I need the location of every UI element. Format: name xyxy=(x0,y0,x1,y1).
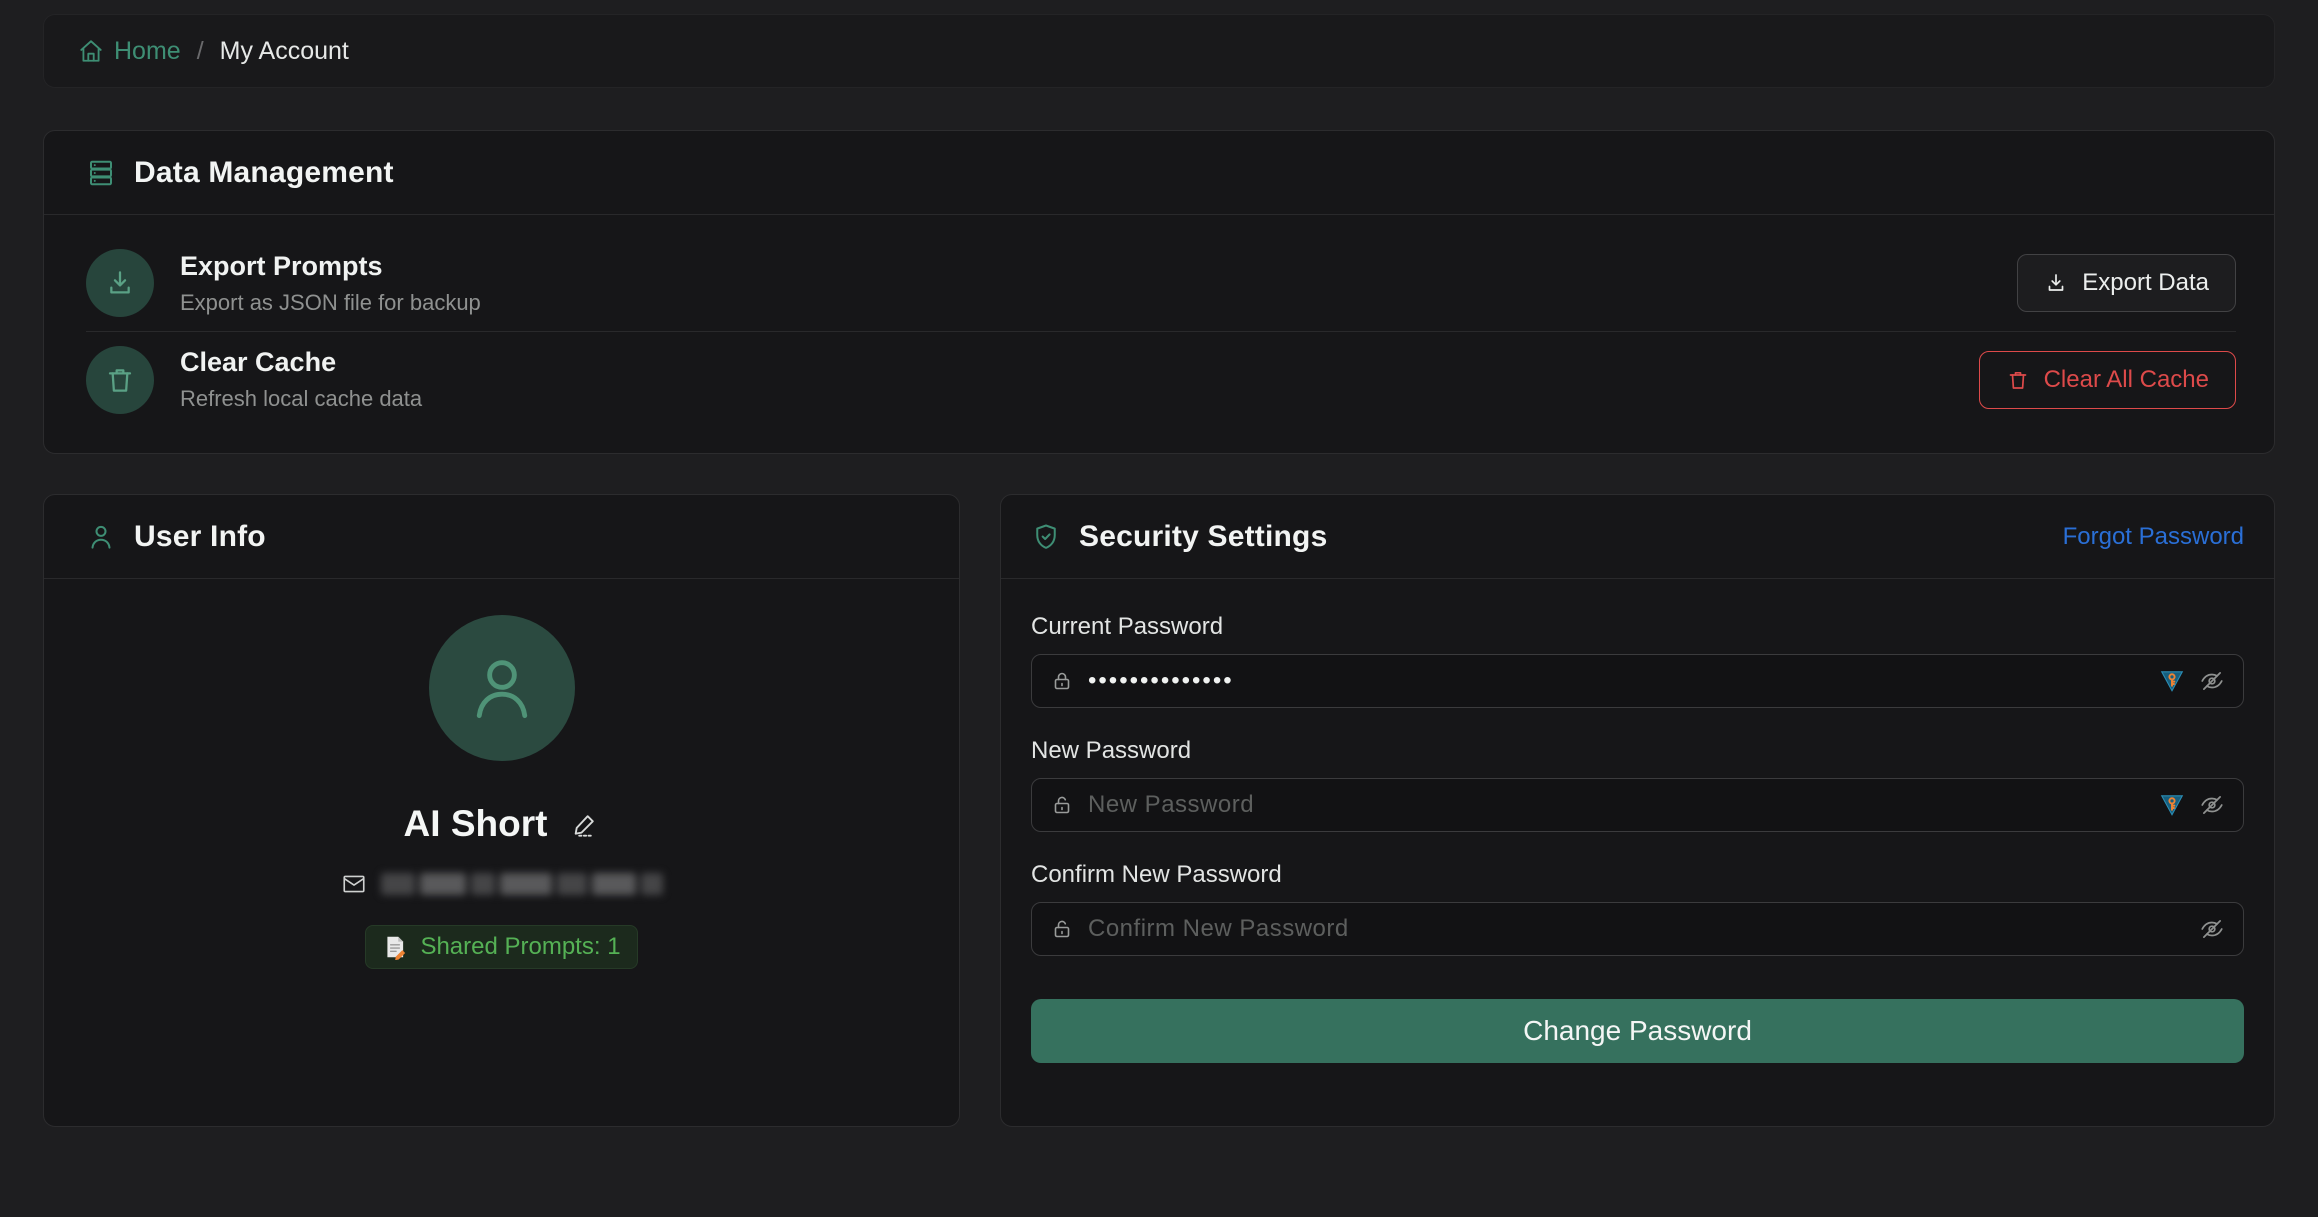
current-password-input-wrap xyxy=(1031,654,2244,708)
unlock-icon xyxy=(1050,793,1074,817)
security-settings-card: Security Settings Forgot Password Curren… xyxy=(1000,494,2275,1127)
user-icon xyxy=(86,522,116,552)
current-password-label: Current Password xyxy=(1031,613,2244,641)
data-management-body: Export Prompts Export as JSON file for b… xyxy=(44,215,2274,453)
user-info-header: User Info xyxy=(44,495,959,579)
user-email-redacted xyxy=(381,873,663,895)
mail-icon xyxy=(341,871,367,897)
password-manager-key-icon[interactable] xyxy=(2159,668,2185,694)
clear-cache-title: Clear Cache xyxy=(180,347,422,378)
database-icon xyxy=(86,158,116,188)
export-action-slot: Export Data xyxy=(2017,254,2236,312)
security-header-left: Security Settings xyxy=(1031,520,1327,554)
clear-all-cache-button[interactable]: Clear All Cache xyxy=(1979,351,2236,409)
confirm-password-label: Confirm New Password xyxy=(1031,861,2244,889)
lock-icon xyxy=(1050,669,1074,693)
security-body: Current Password xyxy=(1001,579,2274,1063)
new-password-input-wrap xyxy=(1031,778,2244,832)
unlock-icon xyxy=(1050,917,1074,941)
change-password-button[interactable]: Change Password xyxy=(1031,999,2244,1063)
breadcrumb-current: My Account xyxy=(220,37,349,66)
user-email-row xyxy=(341,871,663,897)
export-prompts-texts: Export Prompts Export as JSON file for b… xyxy=(180,251,481,316)
security-title: Security Settings xyxy=(1079,520,1327,554)
breadcrumb: Home / My Account xyxy=(43,14,2275,88)
confirm-password-input[interactable] xyxy=(1088,915,2185,943)
bottom-grid: User Info AI Short xyxy=(43,494,2275,1127)
shield-check-icon xyxy=(1031,522,1061,552)
eye-invisible-icon[interactable] xyxy=(2199,792,2225,818)
clear-cache-texts: Clear Cache Refresh local cache data xyxy=(180,347,422,412)
security-header: Security Settings Forgot Password xyxy=(1001,495,2274,579)
forgot-password-link[interactable]: Forgot Password xyxy=(2063,523,2244,551)
export-data-button[interactable]: Export Data xyxy=(2017,254,2236,312)
data-management-header: Data Management xyxy=(44,131,2274,215)
new-password-input[interactable] xyxy=(1088,791,2145,819)
export-prompts-subtitle: Export as JSON file for backup xyxy=(180,290,481,316)
new-password-field: New Password xyxy=(1031,737,2244,832)
eye-invisible-icon[interactable] xyxy=(2199,668,2225,694)
shared-prompts-badge: Shared Prompts: 1 xyxy=(365,925,637,969)
shared-prompts-label: Shared Prompts: 1 xyxy=(420,933,620,961)
trash-circle-icon xyxy=(86,346,154,414)
confirm-password-field: Confirm New Password xyxy=(1031,861,2244,956)
breadcrumb-home-link[interactable]: Home xyxy=(78,37,181,66)
export-prompts-row: Export Prompts Export as JSON file for b… xyxy=(86,235,2236,331)
avatar[interactable] xyxy=(429,615,575,761)
clear-all-cache-label: Clear All Cache xyxy=(2044,366,2209,394)
download-icon xyxy=(2044,271,2068,295)
user-name: AI Short xyxy=(404,803,548,845)
clear-cache-action-slot: Clear All Cache xyxy=(1979,351,2236,409)
clear-cache-row: Clear Cache Refresh local cache data Cle… xyxy=(86,331,2236,427)
data-management-card: Data Management Export Prompts Export as… xyxy=(43,130,2275,454)
data-management-title: Data Management xyxy=(134,156,394,190)
export-data-label: Export Data xyxy=(2082,269,2209,297)
breadcrumb-separator: / xyxy=(197,37,204,66)
current-password-input[interactable] xyxy=(1088,667,2145,695)
clear-cache-subtitle: Refresh local cache data xyxy=(180,386,422,412)
current-password-field: Current Password xyxy=(1031,613,2244,708)
user-name-row: AI Short xyxy=(404,803,600,845)
download-circle-icon xyxy=(86,249,154,317)
home-icon xyxy=(78,38,104,64)
breadcrumb-home-label: Home xyxy=(114,37,181,66)
password-manager-key-icon[interactable] xyxy=(2159,792,2185,818)
export-prompts-title: Export Prompts xyxy=(180,251,481,282)
confirm-password-input-wrap xyxy=(1031,902,2244,956)
user-info-card: User Info AI Short xyxy=(43,494,960,1127)
eye-invisible-icon[interactable] xyxy=(2199,916,2225,942)
user-info-title: User Info xyxy=(134,520,266,554)
edit-pencil-icon[interactable] xyxy=(571,810,599,838)
memo-icon xyxy=(382,934,408,960)
user-info-body: AI Short xyxy=(44,579,959,969)
trash-icon xyxy=(2006,368,2030,392)
new-password-label: New Password xyxy=(1031,737,2244,765)
